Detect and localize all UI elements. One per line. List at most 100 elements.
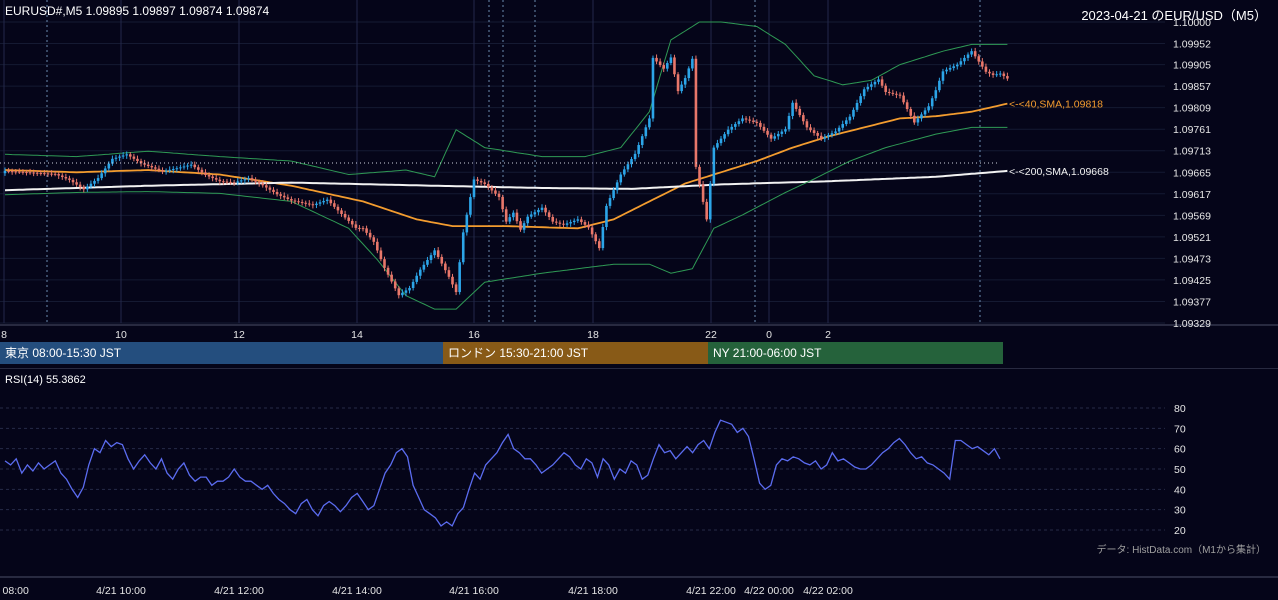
candle-body	[902, 95, 905, 103]
candle-body	[121, 155, 125, 157]
candle-body	[10, 171, 14, 173]
candle-body	[43, 173, 46, 175]
candle-body	[186, 165, 189, 167]
session-tokyo: 東京 08:00-15:30 JST	[0, 342, 443, 364]
candle-body	[676, 74, 680, 92]
candle-body	[819, 135, 823, 139]
candle-body	[615, 182, 619, 191]
candle-body	[716, 143, 719, 148]
y-tick-label: 1.09473	[1173, 253, 1211, 265]
candle-body	[50, 173, 53, 175]
rsi-x-tick-label: 4/22 02:00	[803, 585, 853, 597]
data-credit: データ: HistData.com（M1から集計）	[1096, 545, 1266, 556]
candle-body	[89, 183, 93, 187]
candle-body	[132, 156, 136, 159]
candle-body	[773, 136, 776, 139]
candle-body	[397, 288, 401, 296]
rsi-x-tick-label: 4/22 00:00	[744, 585, 794, 597]
candle-body	[601, 227, 605, 249]
candle-body	[53, 173, 57, 175]
rsi-chart[interactable]: 80 70 60 50 40 30 20 4/21 08:00 4/21 10:00 4/21 1…	[0, 368, 1278, 600]
candle-body	[118, 156, 121, 158]
candle-body	[555, 221, 558, 223]
candle-body	[487, 183, 490, 188]
y-tick-label: 1.09425	[1173, 275, 1211, 287]
candle-body	[565, 223, 569, 225]
candle-body	[171, 169, 175, 171]
candle-body	[361, 228, 365, 230]
candle-body	[945, 69, 948, 72]
candle-body	[909, 109, 913, 116]
candle-body	[640, 136, 644, 146]
candle-body	[927, 106, 930, 111]
candle-body	[60, 175, 64, 177]
x-tick-label: 8	[1, 329, 7, 340]
candle-body	[103, 168, 107, 174]
rsi-y-tick-label: 80	[1174, 403, 1186, 415]
candle-body	[483, 182, 487, 184]
candle-body	[766, 130, 769, 135]
candle-body	[737, 121, 741, 125]
candle-body	[129, 154, 132, 157]
rsi-y-tick-label: 70	[1174, 423, 1186, 435]
candle-body	[762, 126, 766, 131]
candle-body	[859, 96, 862, 103]
candle-body	[368, 232, 372, 238]
candle-body	[963, 57, 966, 62]
candle-body	[895, 93, 898, 95]
candle-body	[891, 92, 895, 94]
y-tick-label: 1.09809	[1173, 103, 1211, 115]
chart-window: <-<40,SMA,1.09818 <-<200,SMA,1.09668 1.100…	[0, 0, 1278, 600]
candle-body	[648, 118, 651, 128]
candle-body	[823, 136, 827, 139]
candle-body	[175, 168, 179, 170]
candle-body	[802, 115, 805, 122]
candle-body	[107, 163, 111, 169]
candle-body	[272, 189, 275, 193]
candle-body	[870, 84, 873, 87]
candle-body	[959, 61, 963, 65]
candle-body	[207, 174, 211, 177]
rsi-x-tick-label: 4/21 10:00	[96, 585, 146, 597]
candle-body	[451, 276, 454, 285]
series-200-sma	[4, 169, 1008, 192]
candle-body	[154, 167, 157, 169]
candle-body	[433, 250, 436, 256]
candle-body	[426, 259, 429, 265]
candle-body	[436, 250, 440, 257]
candle-body	[988, 71, 991, 74]
candle-body	[164, 170, 168, 172]
candle-body	[243, 179, 247, 181]
candle-body	[637, 145, 640, 154]
candle-body	[143, 163, 146, 165]
candle-body	[444, 263, 447, 271]
price-chart[interactable]: <-<40,SMA,1.09818<-<200,SMA,1.096681.100…	[0, 0, 1278, 340]
rsi-line	[4, 419, 1001, 527]
candle-body	[204, 172, 207, 175]
candle-body	[250, 178, 254, 180]
candle-body	[977, 56, 981, 62]
rsi-x-tick-label: 4/21 12:00	[214, 585, 264, 597]
candle-body	[547, 212, 551, 217]
candle-body	[182, 166, 186, 168]
candle-body	[232, 182, 236, 184]
candle-body	[708, 183, 712, 220]
candle-body	[526, 216, 529, 224]
candle-body	[308, 203, 311, 205]
rsi-y-tick-label: 40	[1174, 484, 1186, 496]
candle-body	[1006, 76, 1009, 79]
candle-body	[322, 200, 325, 203]
candle-body	[515, 212, 519, 222]
candle-body	[519, 221, 522, 230]
candle-body	[225, 181, 229, 183]
y-tick-label: 1.09665	[1173, 167, 1211, 179]
candle-body	[705, 201, 708, 220]
candle-body	[941, 71, 945, 81]
candle-body	[512, 212, 515, 218]
candle-body	[86, 186, 89, 190]
candle-body	[551, 216, 555, 222]
candle-body	[998, 73, 1002, 75]
candle-body	[150, 165, 154, 168]
candle-body	[809, 127, 812, 131]
candle-body	[476, 179, 479, 181]
